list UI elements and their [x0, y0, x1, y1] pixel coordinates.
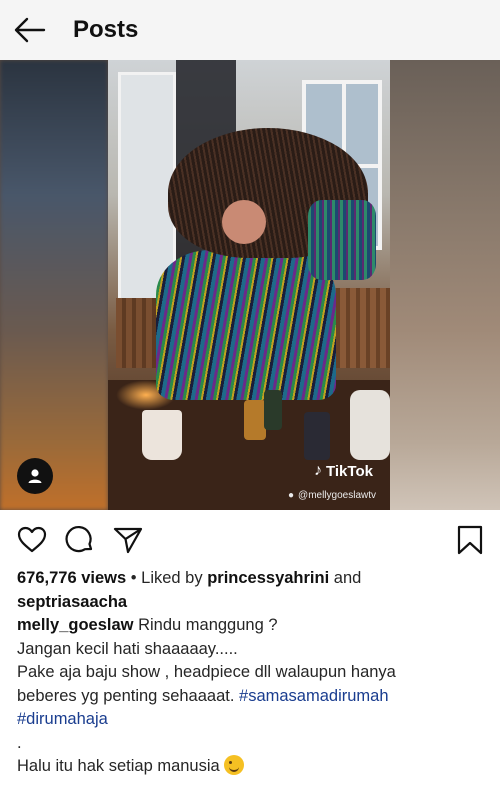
- caption-dot: .: [17, 733, 22, 752]
- paper-plane-icon: [113, 527, 143, 554]
- liked-by-user[interactable]: septriasaacha: [17, 593, 127, 611]
- tinsel-costume: [156, 250, 336, 400]
- video-frame[interactable]: ♪ TikTok ● @mellygoeslawtv: [108, 60, 390, 510]
- arrow-left-icon: [14, 17, 46, 43]
- bookmark-icon: [457, 525, 483, 555]
- user-icon: [28, 469, 42, 483]
- tiktok-handle: ● @mellygoeslawtv: [288, 490, 377, 501]
- person-face: [222, 200, 266, 244]
- like-button[interactable]: [16, 524, 48, 556]
- post-media[interactable]: ♪ TikTok ● @mellygoeslawtv: [0, 60, 500, 510]
- views-count[interactable]: 676,776 views: [17, 569, 126, 587]
- comment-button[interactable]: [64, 524, 96, 556]
- action-bar: [0, 520, 500, 560]
- caption-line: beberes yg penting sehaaaat. #samasamadi…: [17, 686, 389, 705]
- caption-username[interactable]: melly_goeslaw: [17, 616, 133, 634]
- back-button[interactable]: [12, 14, 48, 46]
- liked-by-user[interactable]: princessyahrini: [207, 569, 329, 587]
- comment-bubble-icon: [65, 526, 93, 553]
- caption-first-line: melly_goeslaw Rindu manggung ?: [17, 616, 278, 634]
- caption-line: Pake aja baju show , headpiece dll walau…: [17, 663, 396, 681]
- media-blur-right: [390, 60, 500, 510]
- heart-icon: [17, 526, 47, 553]
- app-bar: Posts: [0, 0, 500, 60]
- caption-line: Halu itu hak setiap manusia: [17, 755, 487, 779]
- tiktok-logo-icon: ♪: [314, 462, 322, 479]
- user-small-icon: ●: [288, 490, 295, 501]
- post-meta: 676,776 views • Liked by princessyahrini…: [17, 567, 487, 779]
- caption-line: Jangan kecil hati shaaaaay.....: [17, 639, 238, 658]
- zany-face-emoji-icon: [224, 755, 245, 775]
- media-blur-left: [0, 60, 108, 510]
- share-button[interactable]: [112, 524, 144, 556]
- page-title: Posts: [73, 16, 139, 43]
- save-button[interactable]: [454, 524, 486, 556]
- hashtag-link[interactable]: #dirumahaja: [17, 710, 108, 728]
- tiktok-watermark: ♪ TikTok: [314, 462, 373, 480]
- hashtag-link[interactable]: #samasamadirumah: [239, 687, 388, 705]
- views-likes-line: 676,776 views • Liked by princessyahrini…: [17, 569, 362, 587]
- tagged-users-button[interactable]: [17, 458, 53, 494]
